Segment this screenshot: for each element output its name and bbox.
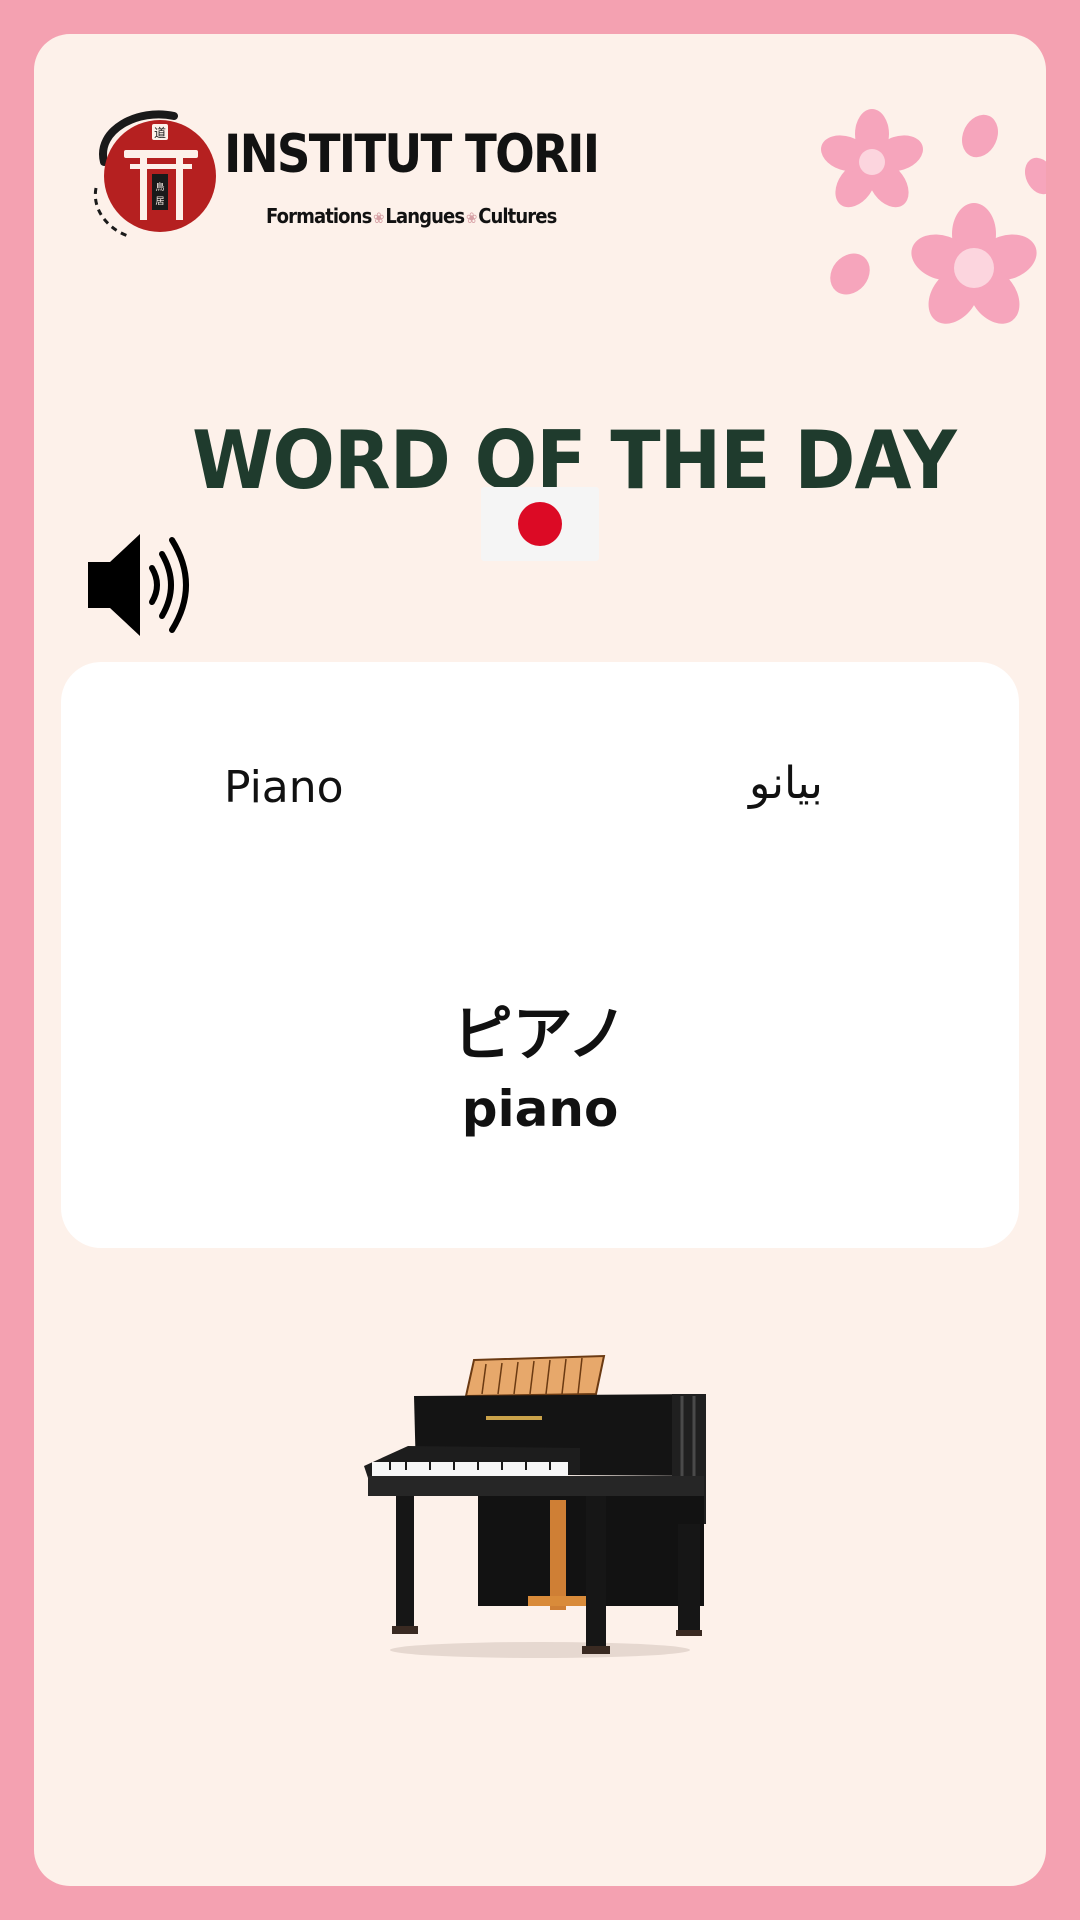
institut-torii-logo: 道 鳥 居 INSTITUT TORII Formations ❀Langues ❀… bbox=[88, 110, 600, 240]
svg-text:居: 居 bbox=[155, 196, 164, 207]
brand-name: INSTITUT TORII bbox=[224, 124, 600, 185]
brand-tagline: Formations ❀Langues ❀Cultures bbox=[266, 204, 557, 228]
word-arabic: بيانو bbox=[749, 758, 823, 809]
piano-icon bbox=[364, 1354, 706, 1658]
sakura-flowers-icon bbox=[821, 109, 1046, 324]
word-romaji: piano bbox=[461, 1080, 619, 1138]
tagline-formations: Formations bbox=[266, 204, 372, 228]
tagline-separator-icon: ❀ bbox=[373, 209, 384, 227]
torii-gate-icon: 道 鳥 居 bbox=[93, 110, 216, 238]
tagline-langues: Langues bbox=[385, 204, 465, 228]
speaker-icon[interactable] bbox=[88, 530, 198, 640]
flag-disc bbox=[518, 502, 562, 546]
tagline-cultures: Cultures bbox=[478, 204, 557, 228]
word-panel: Piano بيانو ピアノ piano bbox=[61, 662, 1019, 1248]
word-french: Piano bbox=[224, 762, 344, 813]
word-japanese: ピアノ bbox=[452, 1000, 628, 1070]
japan-flag-icon bbox=[481, 487, 599, 561]
tagline-separator-icon: ❀ bbox=[465, 209, 477, 227]
svg-text:道: 道 bbox=[154, 126, 166, 140]
svg-text:鳥: 鳥 bbox=[155, 181, 164, 193]
